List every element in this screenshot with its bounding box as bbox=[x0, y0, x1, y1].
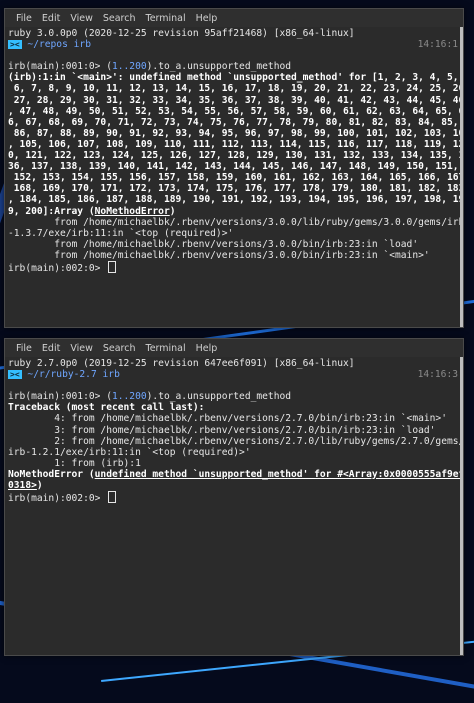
prompt-path: ~/r/ruby-2.7 bbox=[27, 369, 97, 381]
terminal-output[interactable]: ruby 2.7.0p0 (2019-12-25 revision 647ee6… bbox=[5, 357, 464, 505]
traceback-header: Traceback (most recent call last): bbox=[8, 402, 205, 414]
trace-line: 3: from /home/michaelbk/.rbenv/versions/… bbox=[8, 424, 436, 436]
error-message-cont: 0318> bbox=[8, 480, 37, 492]
input-line[interactable]: irb(main):002:0> bbox=[8, 260, 460, 274]
cmd-rest: ).to_a.unsupported_method bbox=[146, 391, 292, 403]
terminal-window-ruby3[interactable]: File Edit View Search Terminal Help ruby… bbox=[4, 8, 464, 328]
input-line[interactable]: irb(main):002:0> bbox=[8, 491, 460, 505]
irb-prompt: irb(main):002:0> bbox=[8, 493, 107, 505]
scrollbar[interactable] bbox=[460, 357, 463, 655]
menu-file[interactable]: File bbox=[11, 13, 37, 24]
prompt-branch: irb bbox=[73, 39, 91, 51]
menu-view[interactable]: View bbox=[65, 13, 98, 24]
scrollbar[interactable] bbox=[460, 27, 463, 327]
menu-help[interactable]: Help bbox=[191, 13, 223, 24]
menu-terminal[interactable]: Terminal bbox=[141, 13, 191, 24]
error-class: NoMethodError ( bbox=[8, 468, 95, 480]
irb-prompt: irb(main):002:0> bbox=[8, 262, 107, 274]
error-text: 9, 200]:Array ( bbox=[8, 205, 95, 217]
menu-view[interactable]: View bbox=[65, 343, 98, 354]
menu-file[interactable]: File bbox=[11, 343, 37, 354]
prompt-branch: irb bbox=[102, 369, 120, 381]
menu-edit[interactable]: Edit bbox=[37, 13, 65, 24]
trace-line: from /home/michaelbk/.rbenv/versions/3.0… bbox=[8, 216, 464, 228]
error-line: 6, 7, 8, 9, 10, 11, 12, 13, 14, 15, 16, … bbox=[8, 83, 464, 95]
error-line: NoMethodError (undefined method `unsuppo… bbox=[8, 468, 463, 480]
error-line: 0, 121, 122, 123, 124, 125, 126, 127, 12… bbox=[8, 150, 464, 162]
command-line: irb(main):001:0> (1..200).to_a.unsupport… bbox=[8, 391, 460, 402]
terminal-output[interactable]: ruby 3.0.0p0 (2020-12-25 revision 95aff2… bbox=[5, 27, 464, 274]
trace-line: from /home/michaelbk/.rbenv/versions/3.0… bbox=[8, 238, 419, 250]
menu-edit[interactable]: Edit bbox=[37, 343, 65, 354]
menu-terminal[interactable]: Terminal bbox=[141, 343, 191, 354]
trace-line: 2: from /home/michaelbk/.rbenv/versions/… bbox=[8, 435, 464, 447]
shell-badge-icon: >< bbox=[8, 40, 22, 50]
menu-bar: File Edit View Search Terminal Help bbox=[5, 9, 463, 27]
terminal-window-ruby27[interactable]: File Edit View Search Terminal Help ruby… bbox=[4, 338, 464, 656]
irb-prompt: irb(main):001:0> bbox=[8, 391, 107, 403]
error-line: 36, 137, 138, 139, 140, 141, 142, 143, 1… bbox=[8, 161, 459, 173]
prompt-time: 14:16:3 bbox=[417, 369, 458, 381]
prompt-time: 14:16:1 bbox=[417, 39, 458, 51]
shell-prompt: >< ~/r/ruby-2.7 irb 14:16:3 bbox=[8, 369, 460, 380]
cmd-range: 1..200 bbox=[111, 391, 147, 403]
error-line: 27, 28, 29, 30, 31, 32, 33, 34, 35, 36, … bbox=[8, 94, 464, 106]
error-line: , 47, 48, 49, 50, 51, 52, 53, 54, 55, 56… bbox=[8, 105, 464, 117]
error-line: 0318>) bbox=[8, 480, 460, 491]
shell-badge-icon: >< bbox=[8, 370, 22, 380]
error-text-end: ) bbox=[169, 205, 176, 217]
version-line: ruby 2.7.0p0 (2019-12-25 revision 647ee6… bbox=[8, 358, 355, 369]
trace-line: irb-1.2.1/exe/irb:11:in `<top (required)… bbox=[8, 446, 251, 458]
trace-line: from /home/michaelbk/.rbenv/versions/3.0… bbox=[8, 249, 430, 261]
error-message: undefined method `unsupported_method' fo… bbox=[94, 468, 464, 480]
cmd-rest: ).to_a.unsupported_method bbox=[146, 61, 292, 73]
menu-help[interactable]: Help bbox=[191, 343, 223, 354]
text-cursor bbox=[108, 491, 117, 504]
text-cursor bbox=[108, 260, 117, 273]
trace-line: 1: from (irb):1 bbox=[8, 457, 141, 469]
menu-search[interactable]: Search bbox=[98, 343, 141, 354]
error-line: 6, 67, 68, 69, 70, 71, 72, 73, 74, 75, 7… bbox=[8, 116, 459, 128]
error-line: , 105, 106, 107, 108, 109, 110, 111, 112… bbox=[8, 138, 464, 150]
error-line: 168, 169, 170, 171, 172, 173, 174, 175, … bbox=[8, 183, 464, 195]
menu-bar: File Edit View Search Terminal Help bbox=[5, 339, 463, 357]
error-line: (irb):1:in `<main>': undefined method `u… bbox=[8, 72, 459, 84]
prompt-path: ~/repos bbox=[27, 39, 68, 51]
command-line: irb(main):001:0> (1..200).to_a.unsupport… bbox=[8, 61, 460, 72]
version-line: ruby 3.0.0p0 (2020-12-25 revision 95aff2… bbox=[8, 28, 355, 39]
error-line: , 184, 185, 186, 187, 188, 189, 190, 191… bbox=[8, 194, 464, 206]
error-line-last: 9, 200]:Array (NoMethodError) bbox=[8, 206, 460, 217]
irb-prompt: irb(main):001:0> bbox=[8, 61, 107, 73]
trace-line: -1.3.7/exe/irb:11:in `<top (required)>' bbox=[8, 227, 234, 239]
error-line: 152, 153, 154, 155, 156, 157, 158, 159, … bbox=[8, 172, 464, 184]
error-text-end: ) bbox=[36, 480, 43, 492]
cmd-range: 1..200 bbox=[111, 61, 147, 73]
error-class: NoMethodError bbox=[94, 205, 170, 217]
menu-search[interactable]: Search bbox=[98, 13, 141, 24]
error-line: 86, 87, 88, 89, 90, 91, 92, 93, 94, 95, … bbox=[8, 127, 464, 139]
shell-prompt: >< ~/repos irb 14:16:1 bbox=[8, 39, 460, 50]
trace-line: 4: from /home/michaelbk/.rbenv/versions/… bbox=[8, 413, 447, 425]
